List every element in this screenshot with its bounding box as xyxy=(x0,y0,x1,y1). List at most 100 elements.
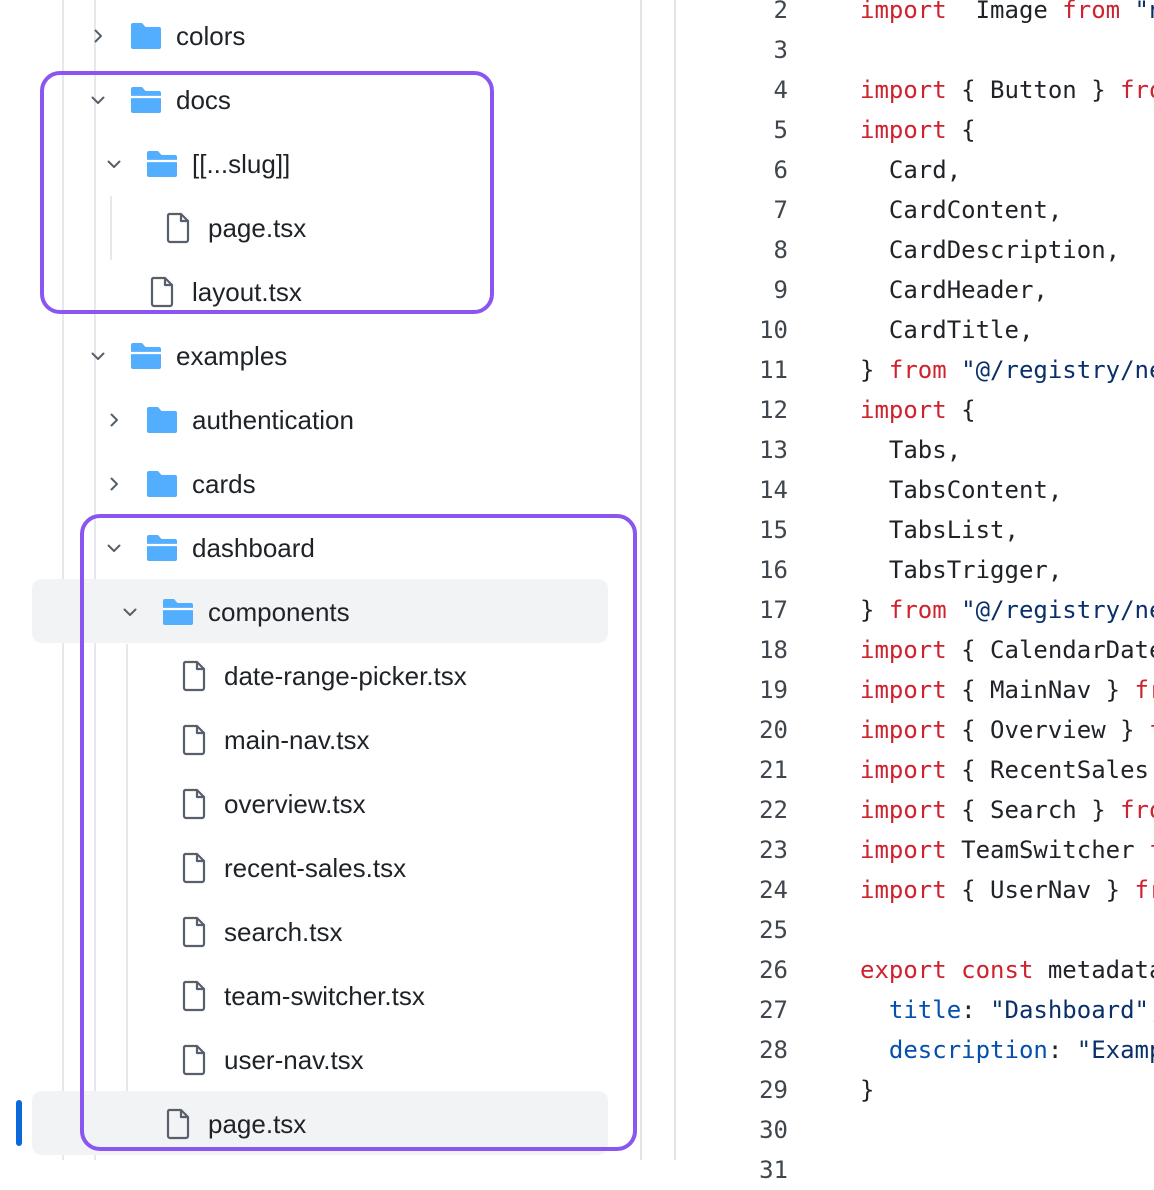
chevron-right-icon[interactable] xyxy=(96,452,132,516)
code-token: : xyxy=(1047,1036,1077,1064)
tree-panel-border xyxy=(640,0,642,1160)
code-string: "Dashboard" xyxy=(990,996,1150,1024)
code-keyword: export xyxy=(860,956,947,984)
code-token: , xyxy=(1149,996,1154,1024)
folder-icon xyxy=(144,466,180,502)
code-line[interactable]: 22import { Search } fro xyxy=(676,790,1154,830)
code-line[interactable]: 26 export const metadata xyxy=(676,950,1154,990)
code-line[interactable]: 27 title: "Dashboard", xyxy=(676,990,1154,1030)
code-line[interactable]: 4import { Button } fro xyxy=(676,70,1154,110)
code-line[interactable]: 16 TabsTrigger, xyxy=(676,550,1154,590)
code-text: import Image from "ne xyxy=(788,0,1154,30)
code-text: export const metadata xyxy=(788,950,1154,990)
tree-row-cards[interactable]: cards xyxy=(96,452,256,516)
code-line[interactable]: 8 CardDescription, xyxy=(676,230,1154,270)
code-token: TabsTrigger, xyxy=(860,556,1063,584)
folder-open-icon xyxy=(128,338,164,374)
code-line[interactable]: 20import { Overview } f xyxy=(676,710,1154,750)
line-number: 12 xyxy=(759,396,788,424)
code-keyword: from xyxy=(1062,0,1121,24)
line-number: 27 xyxy=(759,996,788,1024)
code-token: { xyxy=(946,116,976,144)
code-text: import { CalendarDate xyxy=(788,630,1154,670)
line-number: 9 xyxy=(773,276,788,304)
code-text: Card, xyxy=(788,150,961,190)
line-number: 11 xyxy=(759,356,788,384)
code-keyword: import xyxy=(860,636,947,664)
chevron-down-icon[interactable] xyxy=(80,324,116,388)
tree-row-label: colors xyxy=(176,20,246,51)
code-line[interactable]: 14 TabsContent, xyxy=(676,470,1154,510)
code-token: Image xyxy=(946,0,1063,24)
code-line[interactable]: 13 Tabs, xyxy=(676,430,1154,470)
chevron-right-icon[interactable] xyxy=(96,388,132,452)
code-text: CardHeader, xyxy=(788,270,1048,310)
code-keyword: import xyxy=(860,396,947,424)
code-token: TabsContent, xyxy=(860,476,1063,504)
code-line[interactable]: 11} from "@/registry/ne xyxy=(676,350,1154,390)
line-number: 14 xyxy=(759,476,788,504)
code-line[interactable]: 31 xyxy=(676,1150,1154,1190)
code-token: : xyxy=(961,996,991,1024)
code-line[interactable]: 30 xyxy=(676,1110,1154,1150)
code-line[interactable]: 15 TabsList, xyxy=(676,510,1154,550)
code-token: TeamSwitcher xyxy=(946,836,1149,864)
code-line[interactable]: 24import { UserNav } fr xyxy=(676,870,1154,910)
active-row-indicator xyxy=(16,1100,22,1146)
code-token: } xyxy=(860,356,889,384)
tree-row-label: authentication xyxy=(192,404,354,435)
code-token: } xyxy=(860,1076,875,1104)
code-token: CardContent, xyxy=(860,196,1063,224)
tree-row-examples[interactable]: examples xyxy=(80,324,287,388)
code-string: "ne xyxy=(1134,0,1154,24)
code-line[interactable]: 23import TeamSwitcher f xyxy=(676,830,1154,870)
code-line[interactable]: 2import Image from "ne xyxy=(676,0,1154,30)
code-line[interactable]: 21 import { RecentSales xyxy=(676,750,1154,790)
code-text: CardTitle, xyxy=(788,310,1034,350)
code-line[interactable]: 7 CardContent, xyxy=(676,190,1154,230)
line-number: 2 xyxy=(773,0,788,24)
code-line[interactable]: 3 xyxy=(676,30,1154,70)
code-line[interactable]: 6 Card, xyxy=(676,150,1154,190)
code-text: import { RecentSales xyxy=(788,750,1154,790)
code-keyword: fr xyxy=(1134,876,1154,904)
code-line[interactable]: 12 import { xyxy=(676,390,1154,430)
code-token: Tabs, xyxy=(860,436,962,464)
line-number: 5 xyxy=(773,116,788,144)
line-number: 20 xyxy=(759,716,788,744)
code-line[interactable]: 5 import { xyxy=(676,110,1154,150)
code-token: { RecentSales xyxy=(946,756,1154,784)
code-line[interactable]: 10 CardTitle, xyxy=(676,310,1154,350)
code-editor[interactable]: 2import Image from "ne34import { Button … xyxy=(676,0,1154,1190)
code-text: CardDescription, xyxy=(788,230,1120,270)
tree-row-authentication[interactable]: authentication xyxy=(96,388,354,452)
code-text: TabsList, xyxy=(788,510,1019,550)
folder-icon xyxy=(144,402,180,438)
line-number: 15 xyxy=(759,516,788,544)
code-token: { Search } xyxy=(946,796,1121,824)
tree-row-colors[interactable]: colors xyxy=(80,4,245,68)
code-keyword: from xyxy=(888,356,947,384)
code-keyword: import xyxy=(860,876,947,904)
code-line[interactable]: 19import { MainNav } fr xyxy=(676,670,1154,710)
code-line[interactable]: 17} from "@/registry/ne xyxy=(676,590,1154,630)
code-line[interactable]: 29} xyxy=(676,1070,1154,1110)
line-number: 18 xyxy=(759,636,788,664)
code-text: TabsContent, xyxy=(788,470,1062,510)
code-keyword: f xyxy=(1149,716,1154,744)
code-line[interactable]: 25 xyxy=(676,910,1154,950)
chevron-right-icon[interactable] xyxy=(80,4,116,68)
code-string: "@/registry/ne xyxy=(946,596,1154,624)
code-line[interactable]: 9 CardHeader, xyxy=(676,270,1154,310)
line-number: 8 xyxy=(773,236,788,264)
code-keyword: import xyxy=(860,796,947,824)
code-token: { Button } xyxy=(946,76,1121,104)
code-line[interactable]: 28 description: "Examp xyxy=(676,1030,1154,1070)
code-line[interactable]: 18 import { CalendarDate xyxy=(676,630,1154,670)
line-number: 6 xyxy=(773,156,788,184)
folder-icon xyxy=(128,18,164,54)
annotation-box-docs xyxy=(40,71,494,314)
code-string: "@/registry/ne xyxy=(946,356,1154,384)
